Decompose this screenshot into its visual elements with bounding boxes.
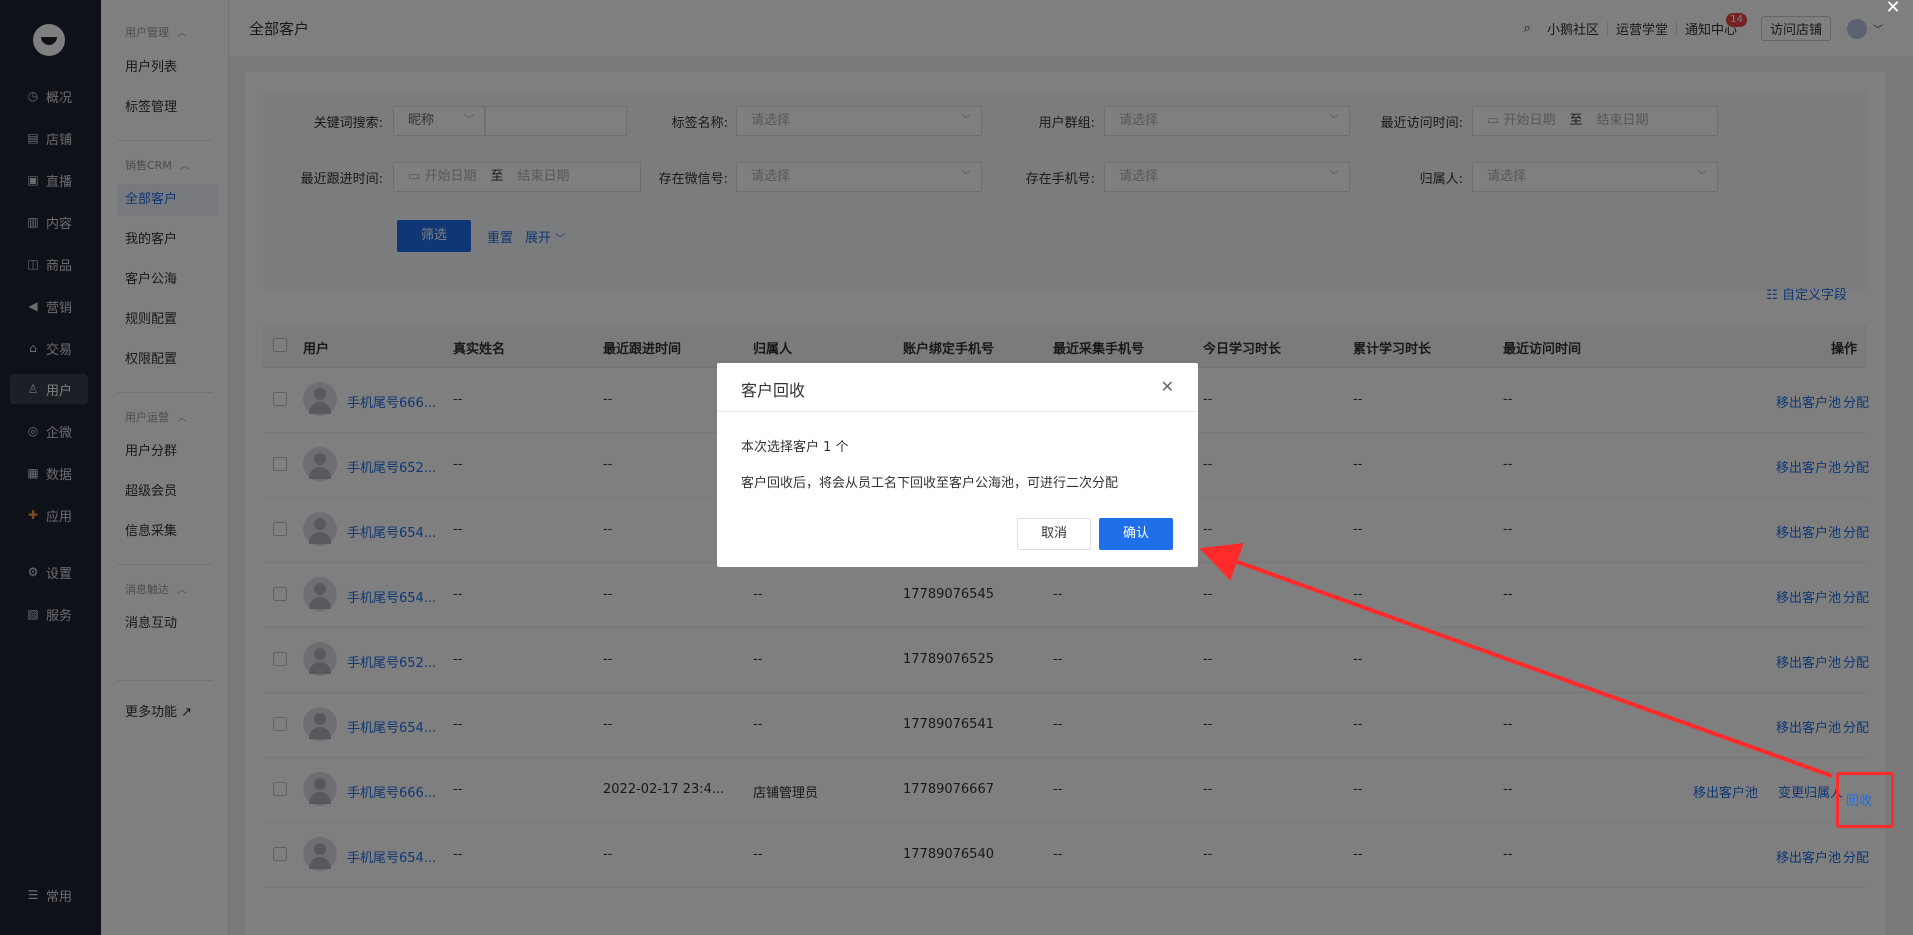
close-icon[interactable]: ✕ — [1873, 0, 1913, 20]
close-icon[interactable]: ✕ — [1161, 377, 1174, 396]
recycle-description: 客户回收后，将会从员工名下回收至客户公海池，可进行二次分配 — [741, 476, 1119, 491]
divider — [717, 411, 1198, 412]
selection-count-text: 本次选择客户 1 个 — [741, 440, 849, 455]
recycle-dialog: 客户回收 ✕ 本次选择客户 1 个 客户回收后，将会从员工名下回收至客户公海池，… — [717, 363, 1198, 567]
annotation-highlight-box — [1836, 772, 1894, 828]
confirm-button[interactable]: 确认 — [1099, 518, 1173, 550]
cancel-button[interactable]: 取消 — [1017, 518, 1091, 550]
dialog-title: 客户回收 — [741, 381, 806, 400]
